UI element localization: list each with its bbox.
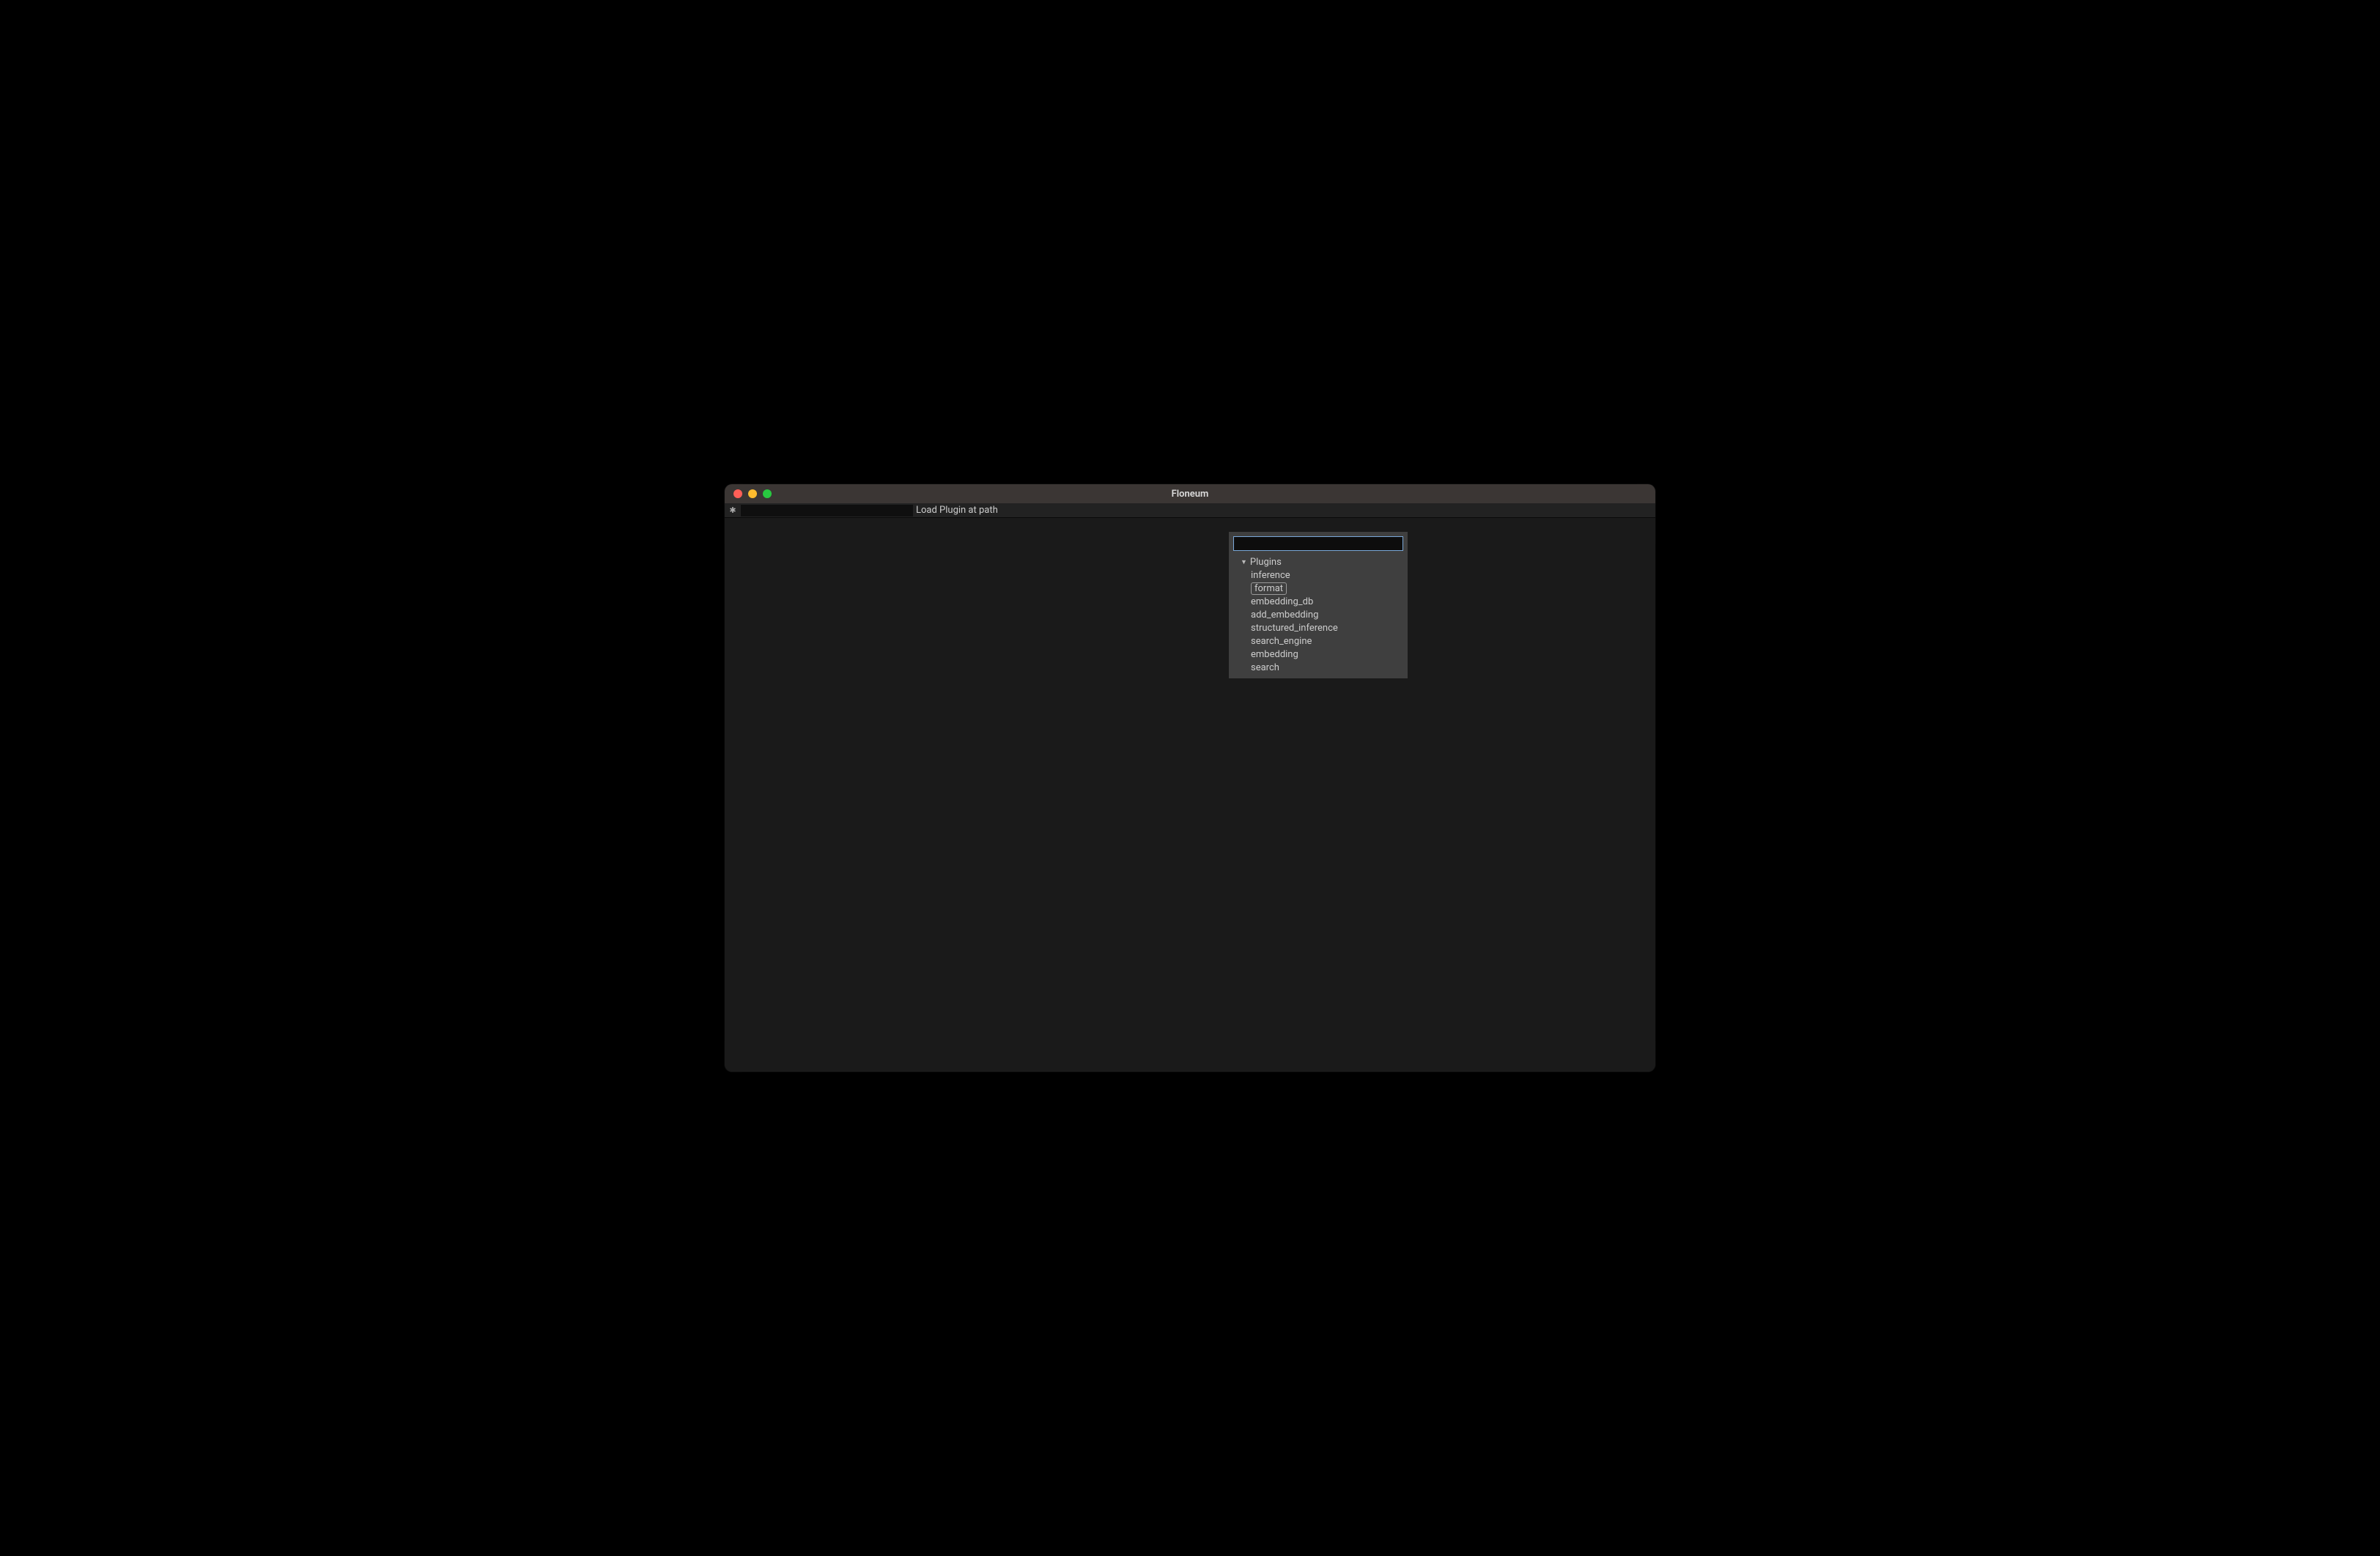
plugin-item-embedding[interactable]: embedding: [1251, 648, 1403, 661]
app-window: Floneum ✱ Load Plugin at path ▼ Plugins …: [725, 484, 1655, 1072]
minimize-icon[interactable]: [748, 489, 757, 498]
plugin-item-search[interactable]: search: [1251, 661, 1403, 674]
canvas[interactable]: ▼ Plugins inference format embedding_db …: [725, 518, 1655, 1072]
traffic-lights: [725, 489, 772, 498]
plugin-item-search-engine[interactable]: search_engine: [1251, 634, 1403, 648]
plugin-picker-popup: ▼ Plugins inference format embedding_db …: [1229, 532, 1408, 678]
plugin-item-embedding-db[interactable]: embedding_db: [1251, 595, 1403, 608]
plugin-tree-header[interactable]: ▼ Plugins: [1241, 555, 1403, 568]
plugin-tree: ▼ Plugins inference format embedding_db …: [1233, 555, 1403, 674]
chevron-down-icon: ▼: [1241, 558, 1247, 566]
plugin-path-input[interactable]: [741, 505, 913, 516]
plugin-search-input[interactable]: [1233, 536, 1403, 551]
plugin-item-structured-inference[interactable]: structured_inference: [1251, 621, 1403, 634]
toolbar: ✱ Load Plugin at path: [725, 503, 1655, 518]
titlebar: Floneum: [725, 484, 1655, 503]
asterisk-icon: ✱: [725, 505, 741, 515]
maximize-icon[interactable]: [763, 489, 772, 498]
plugin-tree-header-label: Plugins: [1250, 557, 1282, 568]
plugin-item-format[interactable]: format: [1251, 582, 1403, 595]
plugin-item-inference[interactable]: inference: [1251, 568, 1403, 582]
window-title: Floneum: [1172, 489, 1209, 500]
load-plugin-button[interactable]: Load Plugin at path: [916, 505, 998, 516]
plugin-item-add-embedding[interactable]: add_embedding: [1251, 608, 1403, 621]
close-icon[interactable]: [733, 489, 742, 498]
plugin-tree-items: inference format embedding_db add_embedd…: [1241, 568, 1403, 674]
